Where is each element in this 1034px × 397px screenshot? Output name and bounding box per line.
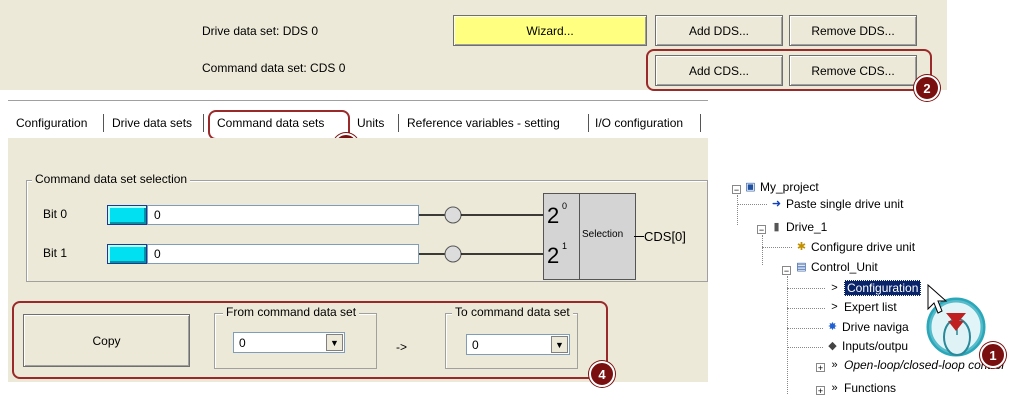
- tree-item-inputs-outputs[interactable]: ◆ Inputs/outpu: [826, 339, 908, 353]
- tab-separator: [203, 114, 204, 132]
- drive-icon: ▮: [773, 220, 780, 233]
- add-dds-button[interactable]: Add DDS...: [655, 15, 783, 46]
- tree-item-configuration[interactable]: > Configuration: [828, 280, 922, 296]
- output-label[interactable]: CDS[0]: [644, 229, 686, 244]
- output-line: [634, 236, 644, 237]
- tab-io-configuration[interactable]: I/O configuration: [595, 116, 683, 130]
- callout-1: 1: [980, 342, 1006, 368]
- tree-item-drive-navigator[interactable]: ✸ Drive naviga: [826, 320, 909, 334]
- highlight-cds-buttons: [646, 49, 932, 91]
- command-data-set-label: Command data set: CDS 0: [202, 61, 346, 75]
- highlight-command-tab: [208, 110, 350, 140]
- tree-item-paste[interactable]: ➜ Paste single drive unit: [770, 197, 904, 211]
- tree-item-expert-list[interactable]: > Expert list: [828, 300, 896, 314]
- tree-item-configure-drive[interactable]: ✱ Configure drive unit: [795, 240, 915, 254]
- tab-drive-data-sets[interactable]: Drive data sets: [112, 116, 192, 130]
- expander-icon[interactable]: −: [782, 266, 791, 276]
- tree-item-project[interactable]: ▣ My_project: [744, 180, 818, 194]
- tab-separator: [588, 114, 589, 132]
- bit0-input[interactable]: 0: [147, 205, 419, 225]
- tree-line: [787, 308, 825, 309]
- bit1-connector-button[interactable]: [107, 244, 147, 264]
- group-title: Command data set selection: [32, 172, 191, 186]
- tab-separator: [700, 114, 701, 132]
- tree-line: [787, 276, 788, 394]
- bit1-input[interactable]: 0: [147, 244, 419, 264]
- tree-item-drive[interactable]: ▮ Drive_1: [770, 220, 827, 234]
- tree-line: [737, 204, 767, 205]
- highlight-copy-area: [12, 301, 608, 379]
- bit-connection-lines: [419, 206, 543, 263]
- bit1-label: Bit 1: [43, 246, 68, 260]
- expander-icon[interactable]: −: [757, 225, 766, 235]
- exp1-base: 2: [547, 243, 560, 268]
- tab-reference-variables[interactable]: Reference variables - setting: [407, 116, 560, 130]
- remove-dds-button[interactable]: Remove DDS...: [789, 15, 917, 46]
- expander-icon[interactable]: +: [816, 386, 825, 396]
- navigator-icon: ✸: [827, 320, 838, 333]
- selection-label: Selection: [582, 229, 624, 240]
- double-chevron-icon: »: [831, 381, 838, 394]
- callout-4: 4: [589, 361, 615, 387]
- expander-icon[interactable]: +: [816, 363, 825, 373]
- exp0-base: 2: [547, 203, 560, 228]
- paste-icon: ➜: [771, 197, 782, 210]
- tab-separator: [103, 114, 104, 132]
- tree-item-control-unit[interactable]: ▤ Control_Unit: [795, 260, 877, 274]
- bit0-connector-button[interactable]: [107, 205, 147, 225]
- exp0-sup: 0: [562, 201, 568, 211]
- exp1-sup: 1: [562, 241, 568, 251]
- selection-divider: [579, 193, 580, 279]
- tree-line: [787, 347, 823, 348]
- tab-separator: [398, 114, 399, 132]
- configure-icon: ✱: [796, 240, 807, 253]
- tree-line: [762, 235, 763, 265]
- tab-units[interactable]: Units: [357, 116, 384, 130]
- tree-line: [787, 288, 825, 289]
- separator: [8, 100, 708, 104]
- drive-data-set-label: Drive data set: DDS 0: [202, 24, 319, 38]
- tree-item-functions[interactable]: » Functions: [828, 381, 896, 395]
- control-unit-icon: ▤: [796, 260, 807, 273]
- expander-icon[interactable]: −: [732, 185, 741, 195]
- tree-line: [787, 328, 823, 329]
- chevron-right-icon: >: [831, 281, 838, 294]
- chevron-right-icon: >: [831, 300, 838, 313]
- tree-line: [737, 195, 738, 225]
- tab-configuration[interactable]: Configuration: [16, 116, 87, 130]
- bit0-label: Bit 0: [43, 207, 68, 221]
- callout-2: 2: [914, 75, 940, 101]
- tree-line: [762, 247, 792, 248]
- project-icon: ▣: [745, 180, 756, 193]
- wizard-button[interactable]: Wizard...: [453, 15, 647, 46]
- io-icon: ◆: [828, 339, 837, 352]
- double-chevron-icon: »: [831, 358, 838, 371]
